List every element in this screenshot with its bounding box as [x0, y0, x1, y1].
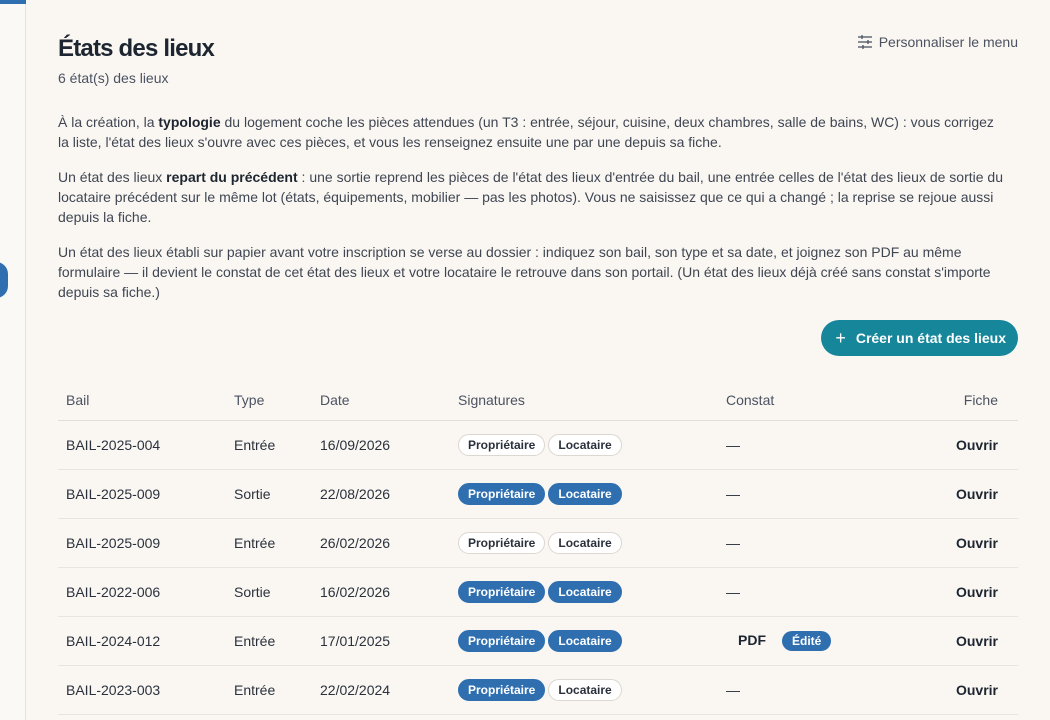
- sidebar-accent: [0, 0, 26, 4]
- cell-bail: BAIL-2025-004: [58, 420, 226, 470]
- table-row: BAIL-2025-004 Entrée 16/09/2026 Propriétair…: [58, 420, 1018, 470]
- cell-constat: —: [718, 567, 918, 617]
- column-header-date[interactable]: Date: [312, 380, 450, 421]
- signature-owner-badge: Propriétaire: [458, 531, 546, 554]
- column-header-fiche: Fiche: [918, 380, 1018, 421]
- cell-type: Sortie: [226, 567, 312, 617]
- open-record-link[interactable]: Ouvrir: [956, 535, 998, 551]
- customize-menu-button[interactable]: Personnaliser le menu: [857, 34, 1018, 50]
- table-row: BAIL-2023-003 Entrée 22/02/2024 Propriétair…: [58, 665, 1018, 715]
- constat-empty: —: [726, 681, 740, 698]
- cell-date: 16/09/2026: [312, 420, 450, 470]
- open-record-link[interactable]: Ouvrir: [956, 486, 998, 502]
- record-count: 6 état(s) des lieux: [58, 70, 169, 86]
- sidebar-toggle-handle[interactable]: [0, 262, 8, 298]
- cell-bail: BAIL-2023-003: [58, 665, 226, 715]
- signature-tenant-badge: Locataire: [548, 678, 622, 701]
- signature-owner-badge: Propriétaire: [458, 580, 546, 603]
- constat-empty: —: [726, 485, 740, 502]
- signature-tenant-badge: Locataire: [548, 531, 622, 554]
- table-header-row: Bail Type Date Signatures Constat Fiche: [58, 380, 1018, 421]
- cell-signatures: Propriétaire Locataire: [450, 665, 718, 715]
- open-record-link[interactable]: Ouvrir: [956, 584, 998, 600]
- cell-type: Entrée: [226, 665, 312, 715]
- create-inventory-button[interactable]: + Créer un état des lieux: [821, 320, 1018, 356]
- constat-empty: —: [726, 534, 740, 551]
- intro-paragraph-3: Un état des lieux établi sur papier avan…: [58, 244, 991, 300]
- intro-paragraph-2: Un état des lieux repart du précédent : …: [58, 167, 1008, 227]
- table-row: BAIL-2022-006 Sortie 16/02/2026 Propriétair…: [58, 567, 1018, 617]
- signature-tenant-badge: Locataire: [548, 580, 622, 603]
- column-header-bail[interactable]: Bail: [58, 380, 226, 421]
- sliders-icon: [857, 35, 872, 49]
- intro-p2-b: repart du précédent: [166, 169, 298, 185]
- page-title: États des lieux: [58, 35, 215, 62]
- signature-tenant-badge: Locataire: [548, 629, 622, 652]
- cell-bail: BAIL-2025-009: [58, 518, 226, 568]
- constat-empty: —: [726, 583, 740, 600]
- constat-empty: —: [726, 436, 740, 453]
- cell-signatures: Propriétaire Locataire: [450, 420, 718, 470]
- cell-bail: BAIL-2022-006: [58, 567, 226, 617]
- cell-type: Entrée: [226, 518, 312, 568]
- column-header-signatures: Signatures: [450, 380, 718, 421]
- cell-signatures: Propriétaire Locataire: [450, 469, 718, 519]
- intro-p2-a: Un état des lieux: [58, 169, 167, 185]
- intro-text: À la création, la typologie du logement …: [58, 112, 1008, 317]
- cell-date: 16/02/2026: [312, 567, 450, 617]
- table-row: BAIL-2025-009 Sortie 22/08/2026 Propriétair…: [58, 469, 1018, 519]
- plus-icon: +: [835, 328, 846, 348]
- column-header-type[interactable]: Type: [226, 380, 312, 421]
- cell-fiche: Ouvrir: [918, 469, 1018, 519]
- cell-fiche: Ouvrir: [918, 665, 1018, 715]
- cell-bail: BAIL-2024-012: [58, 616, 226, 666]
- cell-signatures: Propriétaire Locataire: [450, 518, 718, 568]
- create-inventory-label: Créer un état des lieux: [855, 330, 1006, 346]
- cell-fiche: Ouvrir: [918, 518, 1018, 568]
- table-row: BAIL-2024-012 Entrée 17/01/2025 Propriétair…: [58, 616, 1018, 666]
- open-record-link[interactable]: Ouvrir: [956, 437, 998, 453]
- cell-constat: —: [718, 420, 918, 470]
- signature-owner-badge: Propriétaire: [458, 433, 546, 456]
- column-header-constat: Constat: [718, 380, 918, 421]
- cell-constat: —: [718, 665, 918, 715]
- customize-menu-label: Personnaliser le menu: [878, 34, 1018, 50]
- inventory-table: Bail Type Date Signatures Constat Fiche …: [58, 380, 1018, 715]
- cell-type: Entrée: [226, 616, 312, 666]
- intro-paragraph-1: À la création, la typologie du logement …: [58, 112, 1008, 152]
- table-row: BAIL-2025-009 Entrée 26/02/2026 Propriétair…: [58, 518, 1018, 568]
- signature-tenant-badge: Locataire: [548, 482, 622, 505]
- sidebar-strip: [0, 0, 26, 720]
- cell-signatures: Propriétaire Locataire: [450, 567, 718, 617]
- cell-type: Sortie: [226, 469, 312, 519]
- intro-p1-b: typologie: [158, 114, 221, 130]
- cell-constat: —: [718, 518, 918, 568]
- cell-fiche: Ouvrir: [918, 420, 1018, 470]
- cell-date: 17/01/2025: [312, 616, 450, 666]
- cell-type: Entrée: [226, 420, 312, 470]
- constat-edited-badge: Édité: [782, 630, 832, 651]
- signature-owner-badge: Propriétaire: [458, 629, 546, 652]
- signature-owner-badge: Propriétaire: [458, 482, 546, 505]
- intro-p1-a: À la création, la: [58, 114, 159, 130]
- cell-signatures: Propriétaire Locataire: [450, 616, 718, 666]
- open-record-link[interactable]: Ouvrir: [956, 633, 998, 649]
- cell-constat: —: [718, 469, 918, 519]
- cell-fiche: Ouvrir: [918, 567, 1018, 617]
- cell-date: 22/08/2026: [312, 469, 450, 519]
- cell-fiche: Ouvrir: [918, 616, 1018, 666]
- open-record-link[interactable]: Ouvrir: [956, 682, 998, 698]
- signature-owner-badge: Propriétaire: [458, 678, 546, 701]
- constat-pdf-link[interactable]: PDF: [738, 632, 766, 648]
- cell-date: 26/02/2026: [312, 518, 450, 568]
- cell-date: 22/02/2024: [312, 665, 450, 715]
- cell-constat: PDF Édité: [718, 616, 918, 666]
- signature-tenant-badge: Locataire: [548, 433, 622, 456]
- cell-bail: BAIL-2025-009: [58, 469, 226, 519]
